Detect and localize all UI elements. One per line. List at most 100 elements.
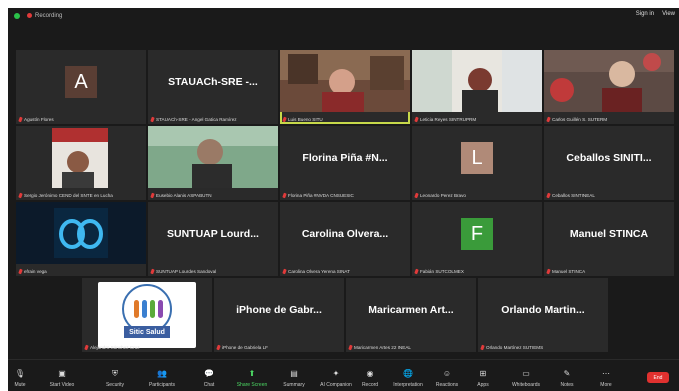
participant-video <box>544 50 674 112</box>
muted-mic-icon <box>546 192 551 199</box>
participant-tile[interactable]: Orlando Martin... Orlando Martínez SUTIE… <box>478 278 608 352</box>
muted-mic-icon <box>18 116 23 123</box>
whiteboard-icon: ▭ <box>522 369 530 378</box>
participant-tile[interactable]: Sergio Jerónimo CEND del SNTE en Lucha <box>16 126 146 200</box>
participant-display-name: Carolina Olvera... <box>301 228 389 240</box>
participant-name: Leticia Reyes SINTRUPRM <box>420 117 477 122</box>
participant-tile[interactable]: efrain vega <box>16 202 146 276</box>
participant-tile[interactable]: L Leonardo Perez Bravo <box>412 126 542 200</box>
security-button[interactable]: ⛨ Security <box>93 369 137 389</box>
toolbar-label: Mute <box>14 382 26 388</box>
notes-button[interactable]: ✎ Notes <box>545 369 589 388</box>
mute-button[interactable]: 🎙 Mute <box>8 369 42 388</box>
whiteboards-button[interactable]: ▭ Whiteboards <box>504 369 548 388</box>
participant-tile[interactable]: Sitic Salud Alejandro Sánchez Cruz <box>82 278 212 352</box>
muted-mic-icon <box>282 116 287 123</box>
view-button[interactable]: View <box>662 11 675 17</box>
participant-tile[interactable]: Florina Piña #N... Florina Piña #NVDA CN… <box>280 126 410 200</box>
record-icon <box>27 13 32 18</box>
avatar: F <box>461 218 493 250</box>
participants-button[interactable]: 👥 Participants <box>140 369 184 388</box>
participant-tile[interactable]: Carlos Guillén S. SUTERM <box>544 50 674 124</box>
globe-icon: 🌐 <box>403 369 413 378</box>
top-bar: Recording Sign in View <box>8 8 679 22</box>
participant-tile[interactable]: Eusebio Alanis ASPABUTN <box>148 126 278 200</box>
toolbar-label: Participants <box>148 382 176 388</box>
meeting-toolbar: 🎙 Mute ▣ Start Video ⛨ Security 👥 Partic… <box>8 359 679 391</box>
muted-mic-icon <box>480 344 485 351</box>
participant-name: Carolina Olvera Yerena SINAT <box>288 269 350 274</box>
zoom-window: Recording Sign in View ✋ A Agustín Flore… <box>8 8 679 391</box>
muted-mic-icon <box>414 116 419 123</box>
recording-indicator[interactable]: Recording <box>14 11 62 20</box>
participant-name: Maricarmen Artes 22 INEAL <box>354 345 411 350</box>
notes-icon: ✎ <box>563 369 571 378</box>
muted-mic-icon <box>84 344 89 351</box>
toolbar-label: Security <box>105 382 125 388</box>
muted-mic-icon <box>150 192 155 199</box>
apps-button[interactable]: ⊞ Apps <box>461 369 505 388</box>
share-screen-button[interactable]: ⬆ Share Screen <box>230 369 274 388</box>
logo-figure <box>142 300 147 318</box>
start-video-button[interactable]: ▣ Start Video <box>40 369 84 388</box>
participant-tile[interactable]: A Agustín Flores <box>16 50 146 124</box>
sign-in-link[interactable]: Sign in <box>636 11 654 17</box>
participant-video <box>280 50 410 112</box>
muted-mic-icon <box>282 268 287 275</box>
participant-tile[interactable]: iPhone de Gabr... iPhone de Gabriela LF <box>214 278 344 352</box>
muted-mic-icon <box>414 268 419 275</box>
interpretation-button[interactable]: 🌐 Interpretation <box>386 369 430 388</box>
summary-icon: ▤ <box>290 369 298 378</box>
muted-mic-icon <box>414 192 419 199</box>
more-button[interactable]: ⋯ More <box>584 369 628 388</box>
participant-tile[interactable]: Maricarmen Art... Maricarmen Artes 22 IN… <box>346 278 476 352</box>
toolbar-label: Chat <box>203 382 215 388</box>
participant-tile[interactable]: SUNTUAP Lourd... SUNTUAP Lourdes Sandova… <box>148 202 278 276</box>
summary-button[interactable]: ▤ Summary <box>272 369 316 388</box>
participant-display-name: iPhone de Gabr... <box>236 304 322 316</box>
participant-name: STAUACh-SRE - Angel Gatica Ramírez <box>156 117 237 122</box>
participant-tile[interactable]: F Fabián SUTCOLMEX <box>412 202 542 276</box>
video-off-icon: ▣ <box>58 369 66 378</box>
participant-tile-active-speaker[interactable]: Luis Bueno SITU <box>280 50 410 124</box>
avatar: L <box>461 142 493 174</box>
participant-video <box>16 126 146 188</box>
participant-name: Carlos Guillén S. SUTERM <box>552 117 608 122</box>
participant-tile[interactable]: Manuel STINCA Manuel STINCA <box>544 202 674 276</box>
participant-name: Agustín Flores <box>24 117 54 122</box>
muted-mic-icon <box>18 268 23 275</box>
microphone-icon: 🎙 <box>14 369 26 378</box>
participant-name: SUNTUAP Lourdes Sandoval <box>156 269 217 274</box>
participant-display-name: Orlando Martin... <box>501 304 585 316</box>
recording-label: Recording <box>35 12 63 19</box>
toolbar-label: Record <box>361 382 379 388</box>
reactions-icon: ☺ <box>442 369 452 378</box>
logo-text: Sitic Salud <box>124 326 170 338</box>
participant-tile[interactable]: Leticia Reyes SINTRUPRM <box>412 50 542 124</box>
toolbar-label: Notes <box>560 382 574 388</box>
logo-figure <box>158 300 163 318</box>
apps-icon: ⊞ <box>479 369 487 378</box>
participant-tile[interactable]: Ceballos SINITI... Ceballos SINTINEAL <box>544 126 674 200</box>
chat-button[interactable]: 💬 Chat <box>187 369 231 388</box>
record-icon: ◉ <box>366 369 374 378</box>
participant-display-name: Maricarmen Art... <box>368 304 454 316</box>
muted-mic-icon <box>18 192 23 199</box>
participant-video <box>412 50 542 112</box>
muted-mic-icon <box>348 344 353 351</box>
participant-name: Leonardo Perez Bravo <box>420 193 466 198</box>
participant-tile[interactable]: Carolina Olvera... Carolina Olvera Yeren… <box>280 202 410 276</box>
shield-icon <box>14 12 20 19</box>
participant-name: Orlando Martínez SUTIEMS <box>486 345 544 350</box>
end-meeting-button[interactable]: End <box>647 372 669 383</box>
participants-icon: 👥 <box>157 369 167 378</box>
toolbar-label: Whiteboards <box>511 382 541 388</box>
toolbar-label: More <box>600 382 612 388</box>
toolbar-label: Summary <box>283 382 305 388</box>
muted-mic-icon <box>150 268 155 275</box>
participant-tile[interactable]: STAUACh-SRE -... STAUACh-SRE - Angel Gat… <box>148 50 278 124</box>
participant-name: Manuel STINCA <box>552 269 586 274</box>
participant-name: Ceballos SINTINEAL <box>552 193 595 198</box>
toolbar-label: Reactions <box>435 382 459 388</box>
participant-name: Luis Bueno SITU <box>288 117 323 122</box>
